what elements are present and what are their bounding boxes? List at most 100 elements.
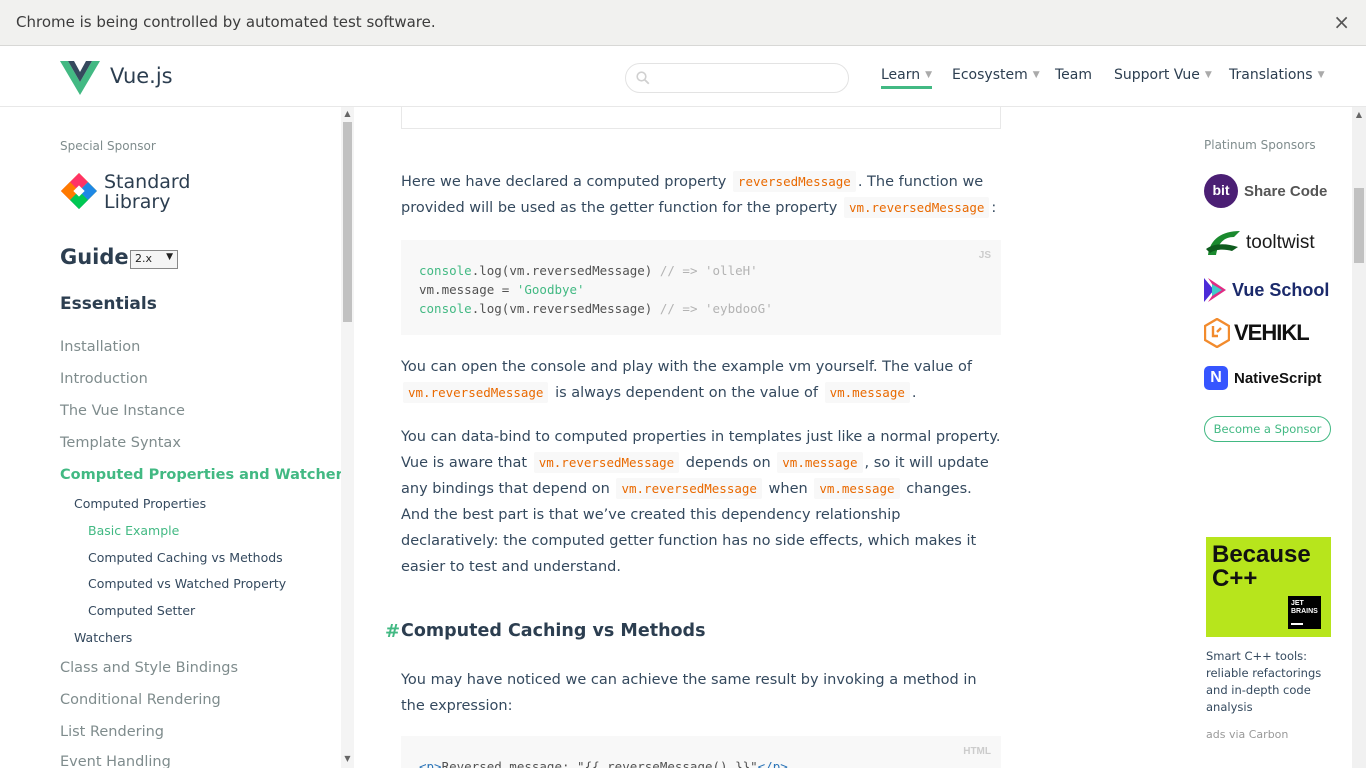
section-anchor-link[interactable]: # <box>385 621 400 642</box>
vehikl-logo-icon <box>1204 318 1230 348</box>
sidebar-item-template-syntax[interactable]: Template Syntax <box>60 435 181 451</box>
sponsor-name: VEHIKL <box>1234 320 1310 345</box>
guide-title: Guide <box>60 245 129 269</box>
scroll-down-arrow-icon[interactable]: ▼ <box>343 754 352 763</box>
sidebar-item-vue-instance[interactable]: The Vue Instance <box>60 403 185 419</box>
sidebar-subitem-caching-vs-methods[interactable]: Computed Caching vs Methods <box>88 550 283 565</box>
nav-learn-label: Learn <box>881 67 921 83</box>
search-box[interactable] <box>625 63 849 93</box>
sponsor-vehikl[interactable]: VEHIKL <box>1204 315 1310 351</box>
sidebar-item-conditional-rendering[interactable]: Conditional Rendering <box>60 692 221 708</box>
sidebar-subitem-computed-setter[interactable]: Computed Setter <box>88 603 195 618</box>
ad-headline-line1: Because <box>1212 541 1311 568</box>
code-comment: // => 'olleH' <box>659 263 758 278</box>
text: is always dependent on the value of <box>550 385 823 401</box>
scroll-up-arrow-icon[interactable]: ▲ <box>1354 110 1364 119</box>
sidebar-item-event-handling[interactable]: Event Handling <box>60 754 171 768</box>
tooltwist-logo-icon <box>1206 231 1240 255</box>
jetbrains-underline <box>1291 623 1303 625</box>
brand-name[interactable]: Vue.js <box>110 64 173 88</box>
code-string: 'Goodbye' <box>516 282 585 297</box>
nav-ecosystem-label: Ecosystem <box>952 67 1028 83</box>
carbon-ad-text[interactable]: Smart C++ tools: reliable refactorings a… <box>1206 648 1331 716</box>
code-language-label: HTML <box>963 746 991 757</box>
bit-logo-icon: bit <box>1204 174 1238 208</box>
code-language-label: JS <box>978 250 991 261</box>
nav-support-vue[interactable]: Support Vue ▼ <box>1114 67 1212 83</box>
code-block-html: HTML <p>Reversed message: "{{ reverseMes… <box>401 736 1001 768</box>
code-comment: // => 'eybdooG' <box>659 301 773 316</box>
sidebar-subitem-computed-vs-watched[interactable]: Computed vs Watched Property <box>88 576 286 591</box>
code-tag: </p> <box>757 759 788 768</box>
code-line: console.log(vm.reversedMessage) // => 'o… <box>419 261 983 280</box>
version-select[interactable]: 2.x ▼ <box>130 250 178 269</box>
sponsor-name: NativeScript <box>1234 369 1322 387</box>
text: Here we have declared a computed propert… <box>401 174 731 190</box>
chevron-down-icon: ▼ <box>1317 70 1325 80</box>
inline-code: reversedMessage <box>732 171 856 192</box>
nav-learn[interactable]: Learn ▼ <box>881 67 933 89</box>
text: : <box>991 200 997 216</box>
carbon-ad-image[interactable]: Because C++ JET BRAINS <box>1206 537 1331 637</box>
sidebar-subitem-basic-example[interactable]: Basic Example <box>88 523 179 538</box>
page-scrollbar-thumb[interactable] <box>1354 188 1364 263</box>
sponsor-name-line1: Standard <box>104 171 191 193</box>
paragraph-data-bind: You can data-bind to computed properties… <box>401 424 1001 580</box>
nav-ecosystem[interactable]: Ecosystem ▼ <box>952 67 1040 83</box>
vue-school-logo-icon <box>1204 278 1226 302</box>
code-tag: <p> <box>419 759 442 768</box>
chevron-down-icon: ▼ <box>1032 70 1040 80</box>
sponsor-name[interactable]: Standard Library <box>104 172 190 212</box>
nav-support-label: Support Vue <box>1114 67 1200 83</box>
become-sponsor-button[interactable]: Become a Sponsor <box>1204 416 1331 442</box>
chevron-down-icon: ▼ <box>1204 70 1212 80</box>
sidebar-subitem-computed-properties[interactable]: Computed Properties <box>74 496 206 511</box>
inline-code: vm.reversedMessage <box>843 197 990 218</box>
ads-via-carbon-link[interactable]: ads via Carbon <box>1206 728 1288 741</box>
text: when <box>763 481 813 497</box>
text: . <box>911 385 917 401</box>
sidebar-item-computed-watchers[interactable]: Computed Properties and Watchers <box>60 467 351 483</box>
sponsor-name-line2: Library <box>104 191 171 213</box>
platinum-sponsors-label: Platinum Sponsors <box>1204 138 1316 152</box>
code-line: vm.message = 'Goodbye' <box>419 280 983 299</box>
section-essentials: Essentials <box>60 294 157 314</box>
standard-library-logo-icon[interactable] <box>60 172 98 210</box>
search-icon <box>636 71 650 85</box>
code-token: .log(vm.reversedMessage) <box>471 263 660 278</box>
search-input[interactable] <box>656 68 836 88</box>
jetbrains-line2: BRAINS <box>1291 608 1318 615</box>
scroll-up-arrow-icon[interactable]: ▲ <box>343 109 352 118</box>
ad-headline-line2: C++ <box>1212 565 1258 592</box>
infobar-message: Chrome is being controlled by automated … <box>16 13 436 31</box>
nav-translations[interactable]: Translations ▼ <box>1229 67 1325 83</box>
sidebar-item-introduction[interactable]: Introduction <box>60 371 148 387</box>
nav-team[interactable]: Team <box>1055 67 1092 83</box>
vue-logo-icon[interactable] <box>60 61 100 95</box>
inline-code: vm.reversedMessage <box>533 452 680 473</box>
chevron-down-icon: ▼ <box>925 70 933 80</box>
special-sponsor-label: Special Sponsor <box>60 139 156 153</box>
sponsor-bit[interactable]: bit Share Code <box>1204 173 1327 209</box>
code-token: console <box>419 263 472 278</box>
ad-headline: Because C++ <box>1212 543 1311 591</box>
sponsor-vue-school[interactable]: Vue School <box>1204 272 1329 308</box>
sponsor-name: Share Code <box>1244 182 1328 200</box>
sidebar-item-list-rendering[interactable]: List Rendering <box>60 724 164 740</box>
jetbrains-line1: JET <box>1291 600 1304 607</box>
paragraph-computed-intro: Here we have declared a computed propert… <box>401 169 1001 221</box>
chevron-down-icon: ▼ <box>166 252 173 262</box>
automation-infobar: Chrome is being controlled by automated … <box>0 0 1366 46</box>
sponsor-nativescript[interactable]: N NativeScript <box>1204 360 1322 396</box>
sidebar-item-installation[interactable]: Installation <box>60 339 140 355</box>
sidebar-item-class-style[interactable]: Class and Style Bindings <box>60 660 238 676</box>
sidebar-subitem-watchers[interactable]: Watchers <box>74 630 132 645</box>
code-token: vm.message = <box>419 282 517 297</box>
inline-code: vm.reversedMessage <box>616 478 762 499</box>
sponsor-name: Vue School <box>1232 279 1330 300</box>
inline-code: vm.message <box>814 478 900 499</box>
sidebar-scrollbar-thumb[interactable] <box>343 122 352 322</box>
close-icon[interactable]: × <box>1333 10 1350 34</box>
sponsor-tooltwist[interactable]: tooltwist <box>1204 225 1315 261</box>
code-token: .log(vm.reversedMessage) <box>471 301 660 316</box>
